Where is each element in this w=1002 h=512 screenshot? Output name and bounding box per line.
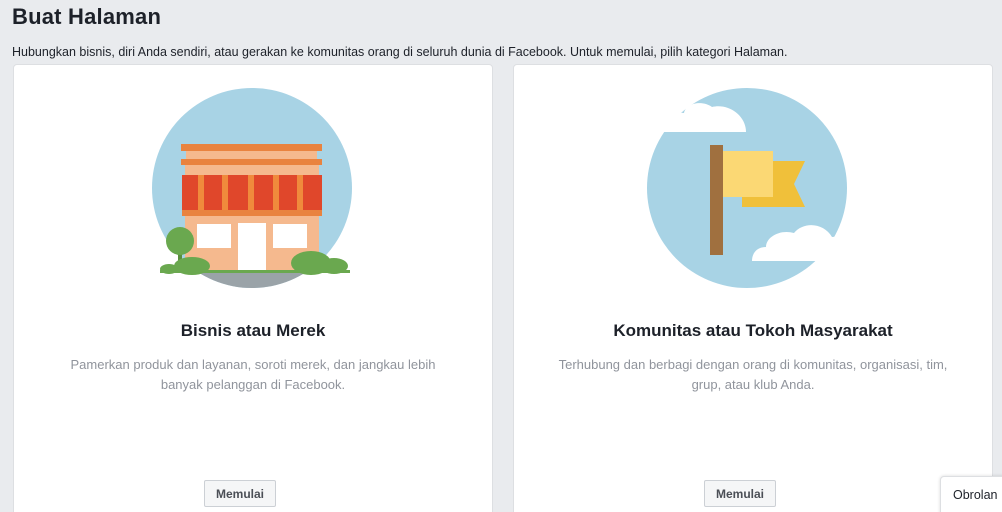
card-description: Terhubung dan berbagi dengan orang di ko… bbox=[558, 357, 948, 392]
page-subtitle: Hubungkan bisnis, diri Anda sendiri, ata… bbox=[12, 45, 788, 59]
community-figure-card[interactable]: Komunitas atau Tokoh Masyarakat Terhubun… bbox=[513, 64, 993, 512]
card-description: Pamerkan produk dan layanan, soroti mere… bbox=[70, 357, 436, 392]
storefront-illustration bbox=[14, 65, 492, 305]
chat-tab-label: Obrolan bbox=[953, 488, 998, 502]
create-page-screen: Buat Halaman Hubungkan bisnis, diri Anda… bbox=[0, 0, 1002, 512]
start-button-business[interactable]: Memulai bbox=[204, 480, 276, 507]
start-button-community[interactable]: Memulai bbox=[704, 480, 776, 507]
card-title: Komunitas atau Tokoh Masyarakat bbox=[613, 321, 893, 340]
business-brand-card[interactable]: Bisnis atau Merek Pamerkan produk dan la… bbox=[13, 64, 493, 512]
chat-tab[interactable]: Obrolan bbox=[940, 476, 1002, 512]
card-title: Bisnis atau Merek bbox=[180, 321, 326, 340]
page-title: Buat Halaman bbox=[12, 4, 162, 29]
flag-illustration bbox=[514, 65, 992, 305]
